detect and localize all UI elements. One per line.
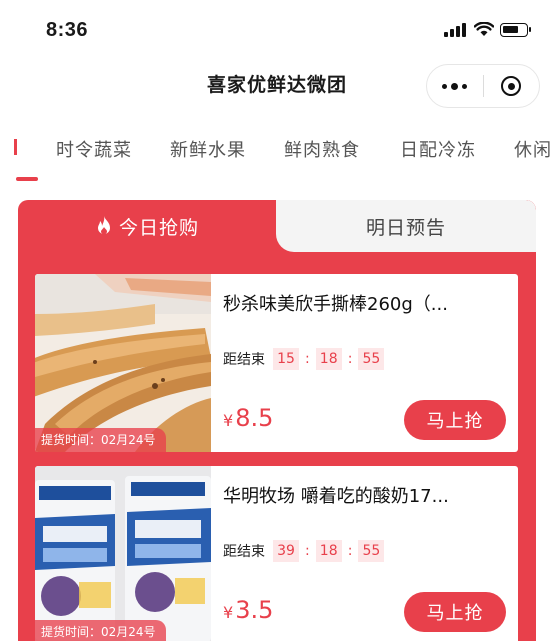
tab-tomorrow[interactable]: 明日预告 — [276, 200, 536, 252]
product-card[interactable]: 提货时间：02月24号 秒杀味美欣手撕棒260g（... 距结束 15 : 18… — [35, 274, 518, 452]
tab-today-label: 今日抢购 — [118, 216, 199, 239]
category-tab[interactable]: 时令蔬菜 — [56, 136, 132, 162]
sale-tab-bar: 今日抢购 明日预告 — [18, 200, 536, 252]
price-value: 8.5 — [235, 404, 274, 432]
product-title[interactable]: 华明牧场 嚼着吃的酸奶17... — [223, 482, 509, 508]
currency-symbol: ¥ — [223, 603, 234, 622]
currency-symbol: ¥ — [223, 411, 234, 430]
category-active-indicator — [16, 177, 38, 181]
fire-icon — [97, 216, 110, 235]
pickup-time: 提货时间：02月24号 — [35, 428, 166, 452]
signal-icon — [444, 22, 466, 37]
category-tab[interactable]: 休闲 — [514, 136, 552, 162]
more-button[interactable] — [427, 64, 483, 108]
countdown-label: 距结束 — [223, 544, 265, 560]
countdown-hours: 39 — [273, 540, 299, 562]
buy-now-button[interactable]: 马上抢 — [404, 400, 506, 440]
tab-today[interactable]: 今日抢购 — [18, 200, 276, 252]
mini-program-capsule — [426, 64, 540, 108]
countdown-seconds: 55 — [358, 348, 385, 370]
more-dots-icon — [442, 83, 448, 89]
wifi-icon — [474, 22, 494, 36]
bread-sticks-image — [35, 274, 211, 452]
category-tab[interactable]: 鲜肉熟食 — [284, 136, 360, 162]
category-tabs: 时令蔬菜 新鲜水果 鲜肉熟食 日配冷冻 休闲 — [0, 128, 554, 188]
status-bar: 8:36 — [0, 0, 554, 62]
category-tab[interactable]: 新鲜水果 — [170, 136, 246, 162]
countdown: 距结束 15 : 18 : 55 — [223, 348, 385, 370]
buy-now-button[interactable]: 马上抢 — [404, 592, 506, 632]
yogurt-packets-image — [35, 466, 211, 641]
close-button[interactable] — [483, 64, 539, 108]
flash-sale-panel: 今日抢购 明日预告 提货时间：02月24号 秒杀味美欣手撕棒260g（... 距… — [18, 200, 536, 641]
pickup-time: 提货时间：02月24号 — [35, 620, 166, 641]
more-dots-icon — [462, 83, 468, 89]
category-tab-active-partial[interactable] — [14, 136, 22, 160]
countdown-minutes: 18 — [315, 540, 342, 562]
battery-icon — [500, 22, 531, 37]
target-icon — [501, 76, 522, 96]
countdown-label: 距结束 — [223, 352, 265, 368]
status-icons — [444, 22, 531, 37]
tab-tomorrow-label: 明日预告 — [365, 216, 446, 239]
category-tab[interactable]: 日配冷冻 — [400, 136, 476, 162]
product-image[interactable]: 提货时间：02月24号 — [35, 274, 211, 452]
price-value: 3.5 — [235, 596, 274, 624]
countdown-minutes: 18 — [315, 348, 342, 370]
product-title[interactable]: 秒杀味美欣手撕棒260g（... — [223, 290, 509, 316]
more-dots-icon — [451, 82, 459, 90]
product-card[interactable]: 提货时间：02月24号 华明牧场 嚼着吃的酸奶17... 距结束 39 : 18… — [35, 466, 518, 641]
countdown-seconds: 55 — [358, 540, 385, 562]
product-image[interactable]: 提货时间：02月24号 — [35, 466, 211, 641]
countdown: 距结束 39 : 18 : 55 — [223, 540, 385, 562]
product-price: ¥ 8.5 — [223, 404, 273, 432]
product-price: ¥ 3.5 — [223, 596, 273, 624]
status-time: 8:36 — [46, 19, 89, 41]
countdown-hours: 15 — [273, 348, 299, 370]
